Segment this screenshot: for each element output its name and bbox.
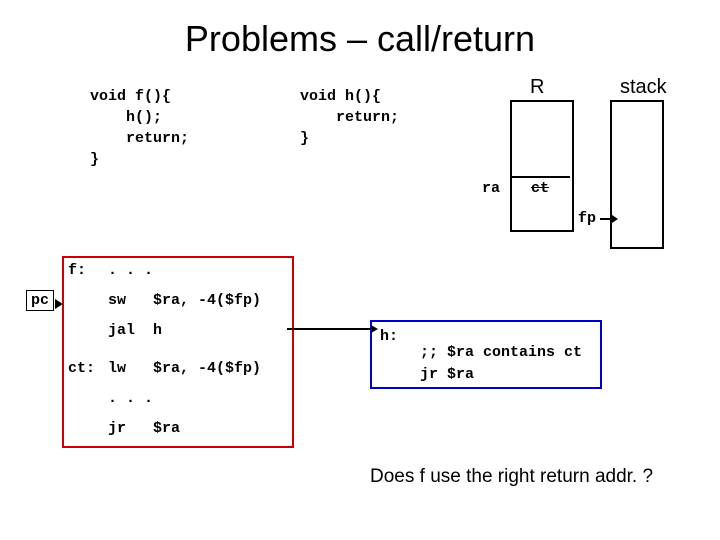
h-signature: void h(){: [300, 86, 399, 107]
f-asm-sw: sw $ra, -4($fp): [108, 292, 261, 309]
h-asm-jr: jr $ra: [420, 366, 474, 383]
stack-box: [610, 100, 664, 249]
h-return: return;: [300, 107, 399, 128]
jal-arrow-icon: [287, 328, 371, 330]
f-call-h: h();: [90, 107, 189, 128]
f-asm-dots: . . .: [108, 262, 153, 279]
pc-pointer: pc: [26, 290, 54, 311]
ra-cell-divider: [510, 176, 570, 178]
registers-label: R: [530, 76, 544, 99]
ct-label: ct:: [68, 360, 95, 377]
pc-arrow-icon: [55, 299, 63, 309]
c-code-f: void f(){ h(); return; }: [90, 86, 189, 170]
ra-value: ct: [516, 180, 564, 197]
ct-asm-lw: lw $ra, -4($fp): [108, 360, 261, 377]
slide-title: Problems – call/return: [0, 18, 720, 60]
h-asm-comment: ;; $ra contains ct: [420, 344, 582, 361]
f-close: }: [90, 149, 189, 170]
f-signature: void f(){: [90, 86, 189, 107]
f-asm-jal: jal h: [108, 322, 162, 339]
fp-label: fp: [578, 210, 596, 227]
h-close: }: [300, 128, 399, 149]
question-text: Does f use the right return addr. ?: [370, 466, 680, 489]
register-file-box: [510, 100, 574, 232]
h-label: h:: [380, 328, 398, 345]
ct-asm-jr: jr $ra: [108, 420, 180, 437]
c-code-h: void h(){ return; }: [300, 86, 399, 149]
fp-arrow-icon: [600, 218, 612, 220]
stack-label: stack: [620, 76, 667, 99]
ct-asm-dots: . . .: [108, 390, 153, 407]
f-label: f:: [68, 262, 86, 279]
ra-label: ra: [482, 180, 500, 197]
f-return: return;: [90, 128, 189, 149]
